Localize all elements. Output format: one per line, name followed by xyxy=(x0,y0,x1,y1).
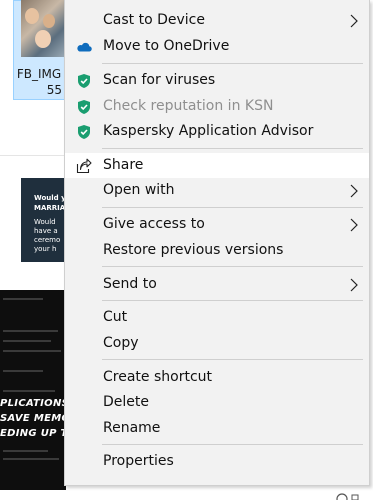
menu-item-restore-previous-versions[interactable]: Restore previous versions xyxy=(65,238,369,263)
menu-item-rename[interactable]: Rename xyxy=(65,416,369,441)
thumb-text: your h xyxy=(34,245,57,253)
code-line xyxy=(3,298,43,300)
kaspersky-shield-icon xyxy=(78,74,90,88)
menu-separator xyxy=(102,148,363,149)
thumb-text: ceremo xyxy=(34,236,61,244)
file-thumbnail-dark[interactable]: PLICATIONS F SAVE MEMOR EDING UP THE xyxy=(0,290,66,490)
thumbnail-face xyxy=(25,8,39,24)
menu-item-label: Cast to Device xyxy=(103,12,205,28)
chevron-right-icon xyxy=(350,218,358,232)
menu-item-move-to-onedrive[interactable]: Move to OneDrive xyxy=(65,34,369,59)
menu-separator xyxy=(102,207,363,208)
menu-item-label: Scan for viruses xyxy=(103,72,216,88)
menu-item-label: Rename xyxy=(103,420,161,436)
share-icon xyxy=(76,158,92,174)
onedrive-cloud-icon xyxy=(77,42,92,52)
menu-separator xyxy=(102,63,363,64)
thumb-headline: SAVE MEMOR xyxy=(0,413,66,424)
menu-item-label: Give access to xyxy=(103,216,205,232)
menu-item-check-reputation-ksn[interactable]: Check reputation in KSN xyxy=(65,94,369,119)
thumbnail-face xyxy=(43,14,55,28)
chevron-right-icon xyxy=(350,14,358,28)
menu-item-cast-to-device[interactable]: Cast to Device xyxy=(65,8,369,33)
menu-item-label: Check reputation in KSN xyxy=(103,98,274,114)
kaspersky-shield-icon xyxy=(78,125,90,139)
menu-item-create-shortcut[interactable]: Create shortcut xyxy=(65,365,369,390)
menu-separator xyxy=(102,266,363,267)
menu-item-label: Properties xyxy=(103,453,174,469)
code-line xyxy=(3,330,58,332)
thumb-text: MARRIA xyxy=(34,204,65,212)
menu-item-label: Delete xyxy=(103,394,149,410)
menu-item-label: Open with xyxy=(103,182,175,198)
code-line xyxy=(3,350,61,352)
thumb-text: Would y xyxy=(34,194,65,202)
menu-item-label: Cut xyxy=(103,309,128,325)
file-thumbnail-photo xyxy=(21,0,65,57)
file-thumbnail-article[interactable]: Would y MARRIA Would have a ceremo your … xyxy=(21,178,65,262)
menu-item-send-to[interactable]: Send to xyxy=(65,272,369,297)
file-name-line1: FB_IMG xyxy=(16,67,62,81)
code-line xyxy=(3,390,55,392)
chevron-right-icon xyxy=(350,278,358,292)
menu-item-scan-for-viruses[interactable]: Scan for viruses xyxy=(65,68,369,93)
menu-separator xyxy=(102,300,363,301)
menu-item-share[interactable]: Share xyxy=(65,153,369,178)
menu-item-label: Share xyxy=(103,157,144,173)
thumb-text: Would xyxy=(34,218,56,226)
menu-item-label: Copy xyxy=(103,335,139,351)
code-line xyxy=(3,458,59,460)
code-line xyxy=(3,340,51,342)
menu-separator xyxy=(102,444,363,445)
menu-separator xyxy=(102,359,363,360)
code-line xyxy=(3,450,48,452)
menu-item-label: Restore previous versions xyxy=(103,242,284,258)
code-line xyxy=(3,370,43,372)
context-menu: Cast to Device Move to OneDrive Scan for… xyxy=(64,0,370,486)
taskbar-icons xyxy=(336,493,359,500)
menu-item-delete[interactable]: Delete xyxy=(65,390,369,415)
menu-item-label: Send to xyxy=(103,276,157,292)
thumbnail-face xyxy=(35,30,51,48)
thumb-text: have a xyxy=(34,227,58,235)
menu-item-kaspersky-application-advisor[interactable]: Kaspersky Application Advisor xyxy=(65,119,369,144)
menu-item-label: Create shortcut xyxy=(103,369,213,385)
menu-item-label: Kaspersky Application Advisor xyxy=(103,123,314,139)
menu-item-properties[interactable]: Properties xyxy=(65,449,369,474)
file-name: FB_IMG 55 xyxy=(14,66,64,98)
menu-item-give-access-to[interactable]: Give access to xyxy=(65,212,369,237)
thumb-headline: EDING UP THE xyxy=(0,428,66,439)
menu-item-label: Move to OneDrive xyxy=(103,38,230,54)
chevron-right-icon xyxy=(350,184,358,198)
menu-item-copy[interactable]: Copy xyxy=(65,331,369,356)
menu-item-cut[interactable]: Cut xyxy=(65,305,369,330)
menu-item-open-with[interactable]: Open with xyxy=(65,178,369,203)
thumb-headline: PLICATIONS F xyxy=(0,398,66,409)
file-name-line2: 55 xyxy=(46,83,62,97)
kaspersky-shield-icon xyxy=(78,100,90,114)
divider xyxy=(0,155,64,156)
